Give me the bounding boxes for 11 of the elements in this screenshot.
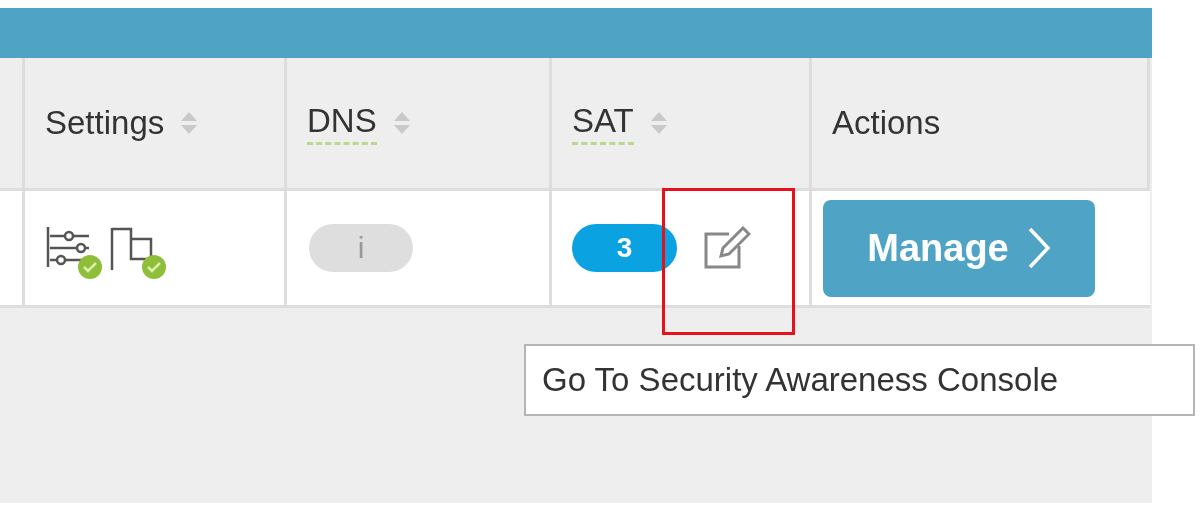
chevron-icon (1026, 226, 1051, 270)
column-title[interactable]: Settings (45, 104, 165, 142)
column-title[interactable]: DNS (307, 101, 377, 145)
flag-icon (109, 226, 153, 270)
column-title: Actions (832, 104, 941, 142)
count-badge: 3 (572, 224, 677, 272)
column-title[interactable]: SAT (572, 101, 634, 145)
tooltip: Go To Security Awareness Console (524, 344, 1195, 416)
sliders-icon (45, 226, 89, 268)
dns-badge: i (309, 224, 413, 272)
edit-icon[interactable] (703, 226, 751, 270)
